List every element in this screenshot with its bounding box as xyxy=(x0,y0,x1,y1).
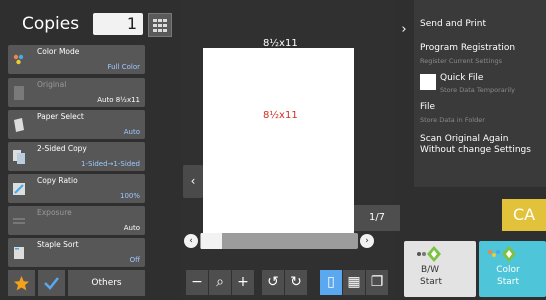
zoom-button[interactable]: ⌕ xyxy=(209,270,231,295)
exposure-icon xyxy=(13,218,25,224)
start-icon xyxy=(488,246,516,262)
preview-scrollbar[interactable] xyxy=(200,233,358,249)
menu-toggle-button[interactable]: › xyxy=(395,17,413,43)
minus-icon: − xyxy=(191,274,203,290)
multi-page-view-button[interactable]: ❐ xyxy=(366,270,388,295)
setting-value: Auto xyxy=(123,128,140,136)
zoom-out-button[interactable]: − xyxy=(186,270,208,295)
magnifier-icon: ⌕ xyxy=(216,274,224,290)
collapse-panel-button[interactable]: ‹ xyxy=(183,165,203,198)
two-sided-icon xyxy=(13,150,25,164)
bw-start-button[interactable]: B/W Start xyxy=(404,241,476,297)
setting-paper-select[interactable]: Paper Select Auto xyxy=(8,110,145,139)
program-registration-sub: Register Current Settings xyxy=(420,57,502,65)
quick-file-item[interactable]: Quick File xyxy=(440,73,483,83)
setting-color-mode[interactable]: Color Mode Full Color xyxy=(8,45,145,74)
color-mode-badge: CA xyxy=(502,199,546,231)
zoom-in-button[interactable]: + xyxy=(232,270,254,295)
others-button[interactable]: Others xyxy=(68,270,145,296)
single-page-icon: ▯ xyxy=(327,274,335,290)
setting-value: Auto 8½x11 xyxy=(97,96,140,104)
setting-label: Color Mode xyxy=(37,47,80,56)
bw-start-label-1: B/W xyxy=(420,265,440,275)
single-page-view-button[interactable]: ▯ xyxy=(320,270,342,295)
staple-sort-icon xyxy=(14,247,24,259)
rotate-right-icon: ↻ xyxy=(290,274,302,290)
color-mode-icon xyxy=(13,54,24,65)
program-registration-item[interactable]: Program Registration xyxy=(420,43,515,53)
star-icon xyxy=(14,276,29,291)
plus-icon: + xyxy=(237,274,249,290)
quick-file-checkbox[interactable] xyxy=(420,74,436,90)
setting-value: Full Color xyxy=(107,63,140,71)
pages-icon: ❐ xyxy=(370,274,384,290)
setting-original[interactable]: Original Auto 8½x11 xyxy=(8,78,145,107)
preview-page[interactable] xyxy=(203,48,354,234)
file-item[interactable]: File xyxy=(420,102,435,112)
setting-label: Paper Select xyxy=(37,112,84,121)
bw-start-label-2: Start xyxy=(420,277,442,287)
chevron-left-icon: ‹ xyxy=(189,236,193,246)
thumbnail-view-button[interactable]: ▦ xyxy=(343,270,365,295)
paper-select-icon xyxy=(14,118,24,132)
copies-count-field[interactable]: 1 xyxy=(93,13,143,35)
setting-label: 2-Sided Copy xyxy=(37,144,87,153)
scroll-left-button[interactable]: ‹ xyxy=(184,234,198,248)
grid-icon: ▦ xyxy=(347,274,361,290)
setting-label: Copy Ratio xyxy=(37,176,78,185)
scan-original-again-item[interactable]: Scan Original Again xyxy=(420,134,508,144)
scroll-thumb[interactable] xyxy=(201,233,222,249)
chevron-right-icon: › xyxy=(365,236,369,246)
quick-file-sub: Store Data Temporarily xyxy=(440,86,515,94)
rotate-left-icon: ↺ xyxy=(267,274,279,290)
copy-ratio-icon xyxy=(13,183,25,195)
setting-staple-sort[interactable]: Staple Sort Off xyxy=(8,238,145,267)
rotate-left-button[interactable]: ↺ xyxy=(262,270,284,295)
setting-label: Staple Sort xyxy=(37,240,79,249)
original-icon xyxy=(14,86,24,100)
setting-label: Exposure xyxy=(37,208,72,217)
chevron-right-icon: › xyxy=(401,22,407,37)
start-icon xyxy=(417,246,441,262)
copies-label: Copies xyxy=(22,14,80,34)
setting-value: 1-Sided→1-Sided xyxy=(81,160,140,168)
setting-label: Original xyxy=(37,80,67,89)
scan-original-again-line2: Without change Settings xyxy=(420,145,531,155)
page-counter: 1/7 xyxy=(354,205,400,231)
setting-value: Off xyxy=(129,256,140,264)
scroll-right-button[interactable]: › xyxy=(360,234,374,248)
send-and-print-item[interactable]: Send and Print xyxy=(420,19,486,29)
color-start-label-1: Color xyxy=(496,265,520,275)
color-start-button[interactable]: Color Start xyxy=(479,241,546,297)
original-size-label: 8½x11 xyxy=(263,110,298,121)
checkmark-icon xyxy=(44,277,59,290)
file-sub: Store Data in Folder xyxy=(420,116,485,124)
rotate-right-button[interactable]: ↻ xyxy=(285,270,307,295)
setting-2-sided-copy[interactable]: 2-Sided Copy 1-Sided→1-Sided xyxy=(8,142,145,171)
setting-value: Auto xyxy=(123,224,140,232)
setting-copy-ratio[interactable]: Copy Ratio 100% xyxy=(8,174,145,203)
setting-value: 100% xyxy=(119,192,140,200)
color-start-label-2: Start xyxy=(497,277,519,287)
setting-exposure[interactable]: Exposure Auto xyxy=(8,206,145,235)
favorite-button[interactable] xyxy=(8,270,35,296)
chevron-left-icon: ‹ xyxy=(190,174,196,188)
check-button[interactable] xyxy=(38,270,65,296)
keypad-button[interactable] xyxy=(148,13,172,37)
